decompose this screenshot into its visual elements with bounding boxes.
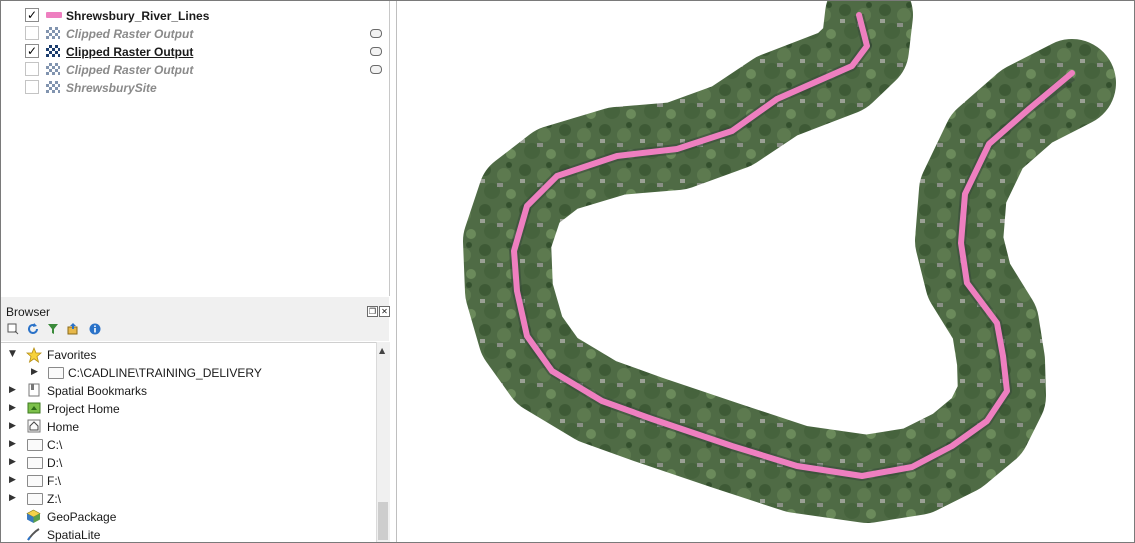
layer-label: Clipped Raster Output xyxy=(66,27,194,41)
expand-arrow-icon[interactable]: ▶ xyxy=(9,493,16,503)
tree-item-label: C:\ xyxy=(47,438,63,452)
layer-label: ShrewsburySite xyxy=(66,81,157,95)
tree-item-geopackage[interactable]: GeoPackage xyxy=(1,508,376,526)
scroll-up-icon[interactable]: ▲ xyxy=(379,346,385,355)
tree-item-z-drive[interactable]: ▶ Z:\ xyxy=(1,490,376,508)
tree-item-spatialite[interactable]: SpatiaLite xyxy=(1,526,376,542)
browser-panel-title: Browser xyxy=(6,305,51,319)
raster-icon xyxy=(46,63,60,75)
add-selected-icon[interactable] xyxy=(7,323,19,335)
clipped-raster-imagery xyxy=(463,1,1116,523)
folder-icon xyxy=(27,475,43,487)
layer-label: Shrewsbury_River_Lines xyxy=(66,9,210,23)
layer-indicator-icon[interactable] xyxy=(370,29,382,38)
filter-icon[interactable] xyxy=(47,323,59,335)
folder-icon xyxy=(27,439,43,451)
expand-arrow-icon[interactable]: ▶ xyxy=(31,367,38,377)
float-panel-icon[interactable]: ❐ xyxy=(367,306,378,317)
folder-icon xyxy=(27,457,43,469)
home-icon xyxy=(27,419,41,433)
map-svg xyxy=(463,1,1116,523)
info-icon[interactable] xyxy=(89,323,101,335)
browser-toolbar xyxy=(1,319,389,341)
tree-item-project-home[interactable]: ▶ Project Home xyxy=(1,400,376,418)
layer-visibility-checkbox[interactable] xyxy=(25,80,39,94)
tree-item-label: GeoPackage xyxy=(47,510,117,524)
tree-item-d-drive[interactable]: ▶ D:\ xyxy=(1,454,376,472)
spatialite-icon xyxy=(26,527,40,541)
expand-arrow-icon[interactable]: ▶ xyxy=(9,421,16,431)
tree-item-label: Project Home xyxy=(47,402,120,416)
geopackage-icon xyxy=(26,509,41,523)
layers-panel: ✓ Shrewsbury_River_Lines Clipped Raster … xyxy=(1,1,390,296)
expand-arrow-icon[interactable]: ▶ xyxy=(9,457,16,467)
collapse-all-icon[interactable] xyxy=(67,323,79,335)
tree-item-label: Favorites xyxy=(47,348,97,362)
layer-indicator-icon[interactable] xyxy=(370,47,382,56)
layer-row-clipped-raster-3[interactable]: Clipped Raster Output xyxy=(1,60,389,78)
layer-visibility-checkbox[interactable]: ✓ xyxy=(25,44,39,58)
raster-icon xyxy=(46,81,60,93)
tree-item-favorites[interactable]: ▼ Favorites xyxy=(1,346,376,364)
project-home-icon xyxy=(27,401,41,415)
layer-visibility-checkbox[interactable] xyxy=(25,62,39,76)
browser-scrollbar[interactable]: ▲ xyxy=(376,342,390,542)
expand-arrow-icon[interactable]: ▼ xyxy=(9,349,16,359)
tree-item-f-drive[interactable]: ▶ F:\ xyxy=(1,472,376,490)
browser-tree: ▼ Favorites ▶ C:\CADLINE\TRAINING_DELIVE… xyxy=(1,342,376,542)
map-canvas[interactable] xyxy=(396,1,1134,542)
expand-arrow-icon[interactable]: ▶ xyxy=(9,403,16,413)
tree-item-cadline-training-delivery[interactable]: ▶ C:\CADLINE\TRAINING_DELIVERY xyxy=(1,364,376,382)
layer-visibility-checkbox[interactable] xyxy=(25,26,39,40)
pink-line-symbol-icon xyxy=(46,12,62,18)
layer-label: Clipped Raster Output xyxy=(66,63,194,77)
raster-icon xyxy=(46,27,60,39)
layer-row-shrewsbury-site[interactable]: ShrewsburySite xyxy=(1,78,389,96)
tree-item-label: Home xyxy=(47,420,80,434)
close-panel-icon[interactable]: ✕ xyxy=(379,306,390,317)
tree-item-home[interactable]: ▶ Home xyxy=(1,418,376,436)
scroll-thumb[interactable] xyxy=(378,502,388,540)
qgis-window: ✓ Shrewsbury_River_Lines Clipped Raster … xyxy=(0,0,1135,543)
tree-item-label: Z:\ xyxy=(47,492,61,506)
bookmarks-icon xyxy=(27,383,41,397)
expand-arrow-icon[interactable]: ▶ xyxy=(9,439,16,449)
layer-row-shrewsbury-river-lines[interactable]: ✓ Shrewsbury_River_Lines xyxy=(1,6,389,24)
star-icon xyxy=(25,346,43,363)
browser-panel-title-bar: Browser ❐ ✕ xyxy=(1,297,390,319)
expand-arrow-icon[interactable]: ▶ xyxy=(9,385,16,395)
tree-item-label: F:\ xyxy=(47,474,61,488)
tree-item-spatial-bookmarks[interactable]: ▶ Spatial Bookmarks xyxy=(1,382,376,400)
layer-indicator-icon[interactable] xyxy=(370,65,382,74)
tree-item-label: C:\CADLINE\TRAINING_DELIVERY xyxy=(68,366,262,380)
tree-item-label: SpatiaLite xyxy=(47,528,101,542)
tree-item-label: D:\ xyxy=(47,456,63,470)
tree-item-label: Spatial Bookmarks xyxy=(47,384,148,398)
layer-visibility-checkbox[interactable]: ✓ xyxy=(25,8,39,22)
layer-row-clipped-raster-1[interactable]: Clipped Raster Output xyxy=(1,24,389,42)
tree-item-c-drive[interactable]: ▶ C:\ xyxy=(1,436,376,454)
layer-row-clipped-raster-2[interactable]: ✓ Clipped Raster Output xyxy=(1,42,389,60)
raster-icon xyxy=(46,45,60,57)
layer-label: Clipped Raster Output xyxy=(66,45,194,59)
folder-icon xyxy=(27,493,43,505)
folder-icon xyxy=(48,367,64,379)
refresh-icon[interactable] xyxy=(27,323,39,335)
expand-arrow-icon[interactable]: ▶ xyxy=(9,475,16,485)
